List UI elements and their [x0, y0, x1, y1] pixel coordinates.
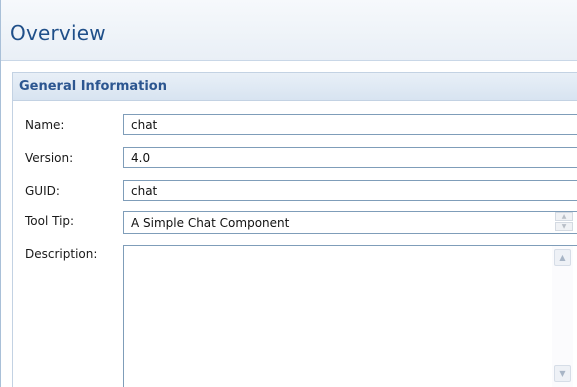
section-header[interactable]: General Information	[13, 73, 577, 101]
tooltip-label: Tool Tip:	[25, 214, 75, 228]
description-textarea[interactable]	[123, 245, 577, 387]
version-field[interactable]: 4.0	[123, 147, 577, 168]
name-label: Name:	[25, 118, 65, 132]
description-scrollbar[interactable]: ▲ ▼	[552, 246, 573, 387]
guid-label: GUID:	[25, 184, 60, 198]
version-label: Version:	[25, 151, 74, 165]
name-field[interactable]: chat	[123, 114, 577, 135]
overview-editor: Overview General Information Name: chat …	[0, 0, 577, 387]
tooltip-field[interactable]: A Simple Chat Component	[123, 211, 577, 234]
guid-field[interactable]: chat	[123, 180, 577, 201]
page-title: Overview	[10, 21, 106, 45]
scroll-up-icon[interactable]: ▲	[554, 249, 571, 266]
section-title: General Information	[19, 79, 167, 94]
editor-header: Overview	[1, 0, 577, 61]
tooltip-spinner[interactable]: ▲ ▼	[555, 212, 573, 232]
scroll-down-icon[interactable]: ▼	[554, 365, 571, 382]
description-label: Description:	[25, 247, 98, 261]
spinner-up-icon[interactable]: ▲	[555, 212, 573, 221]
spinner-down-icon[interactable]: ▼	[555, 222, 573, 231]
